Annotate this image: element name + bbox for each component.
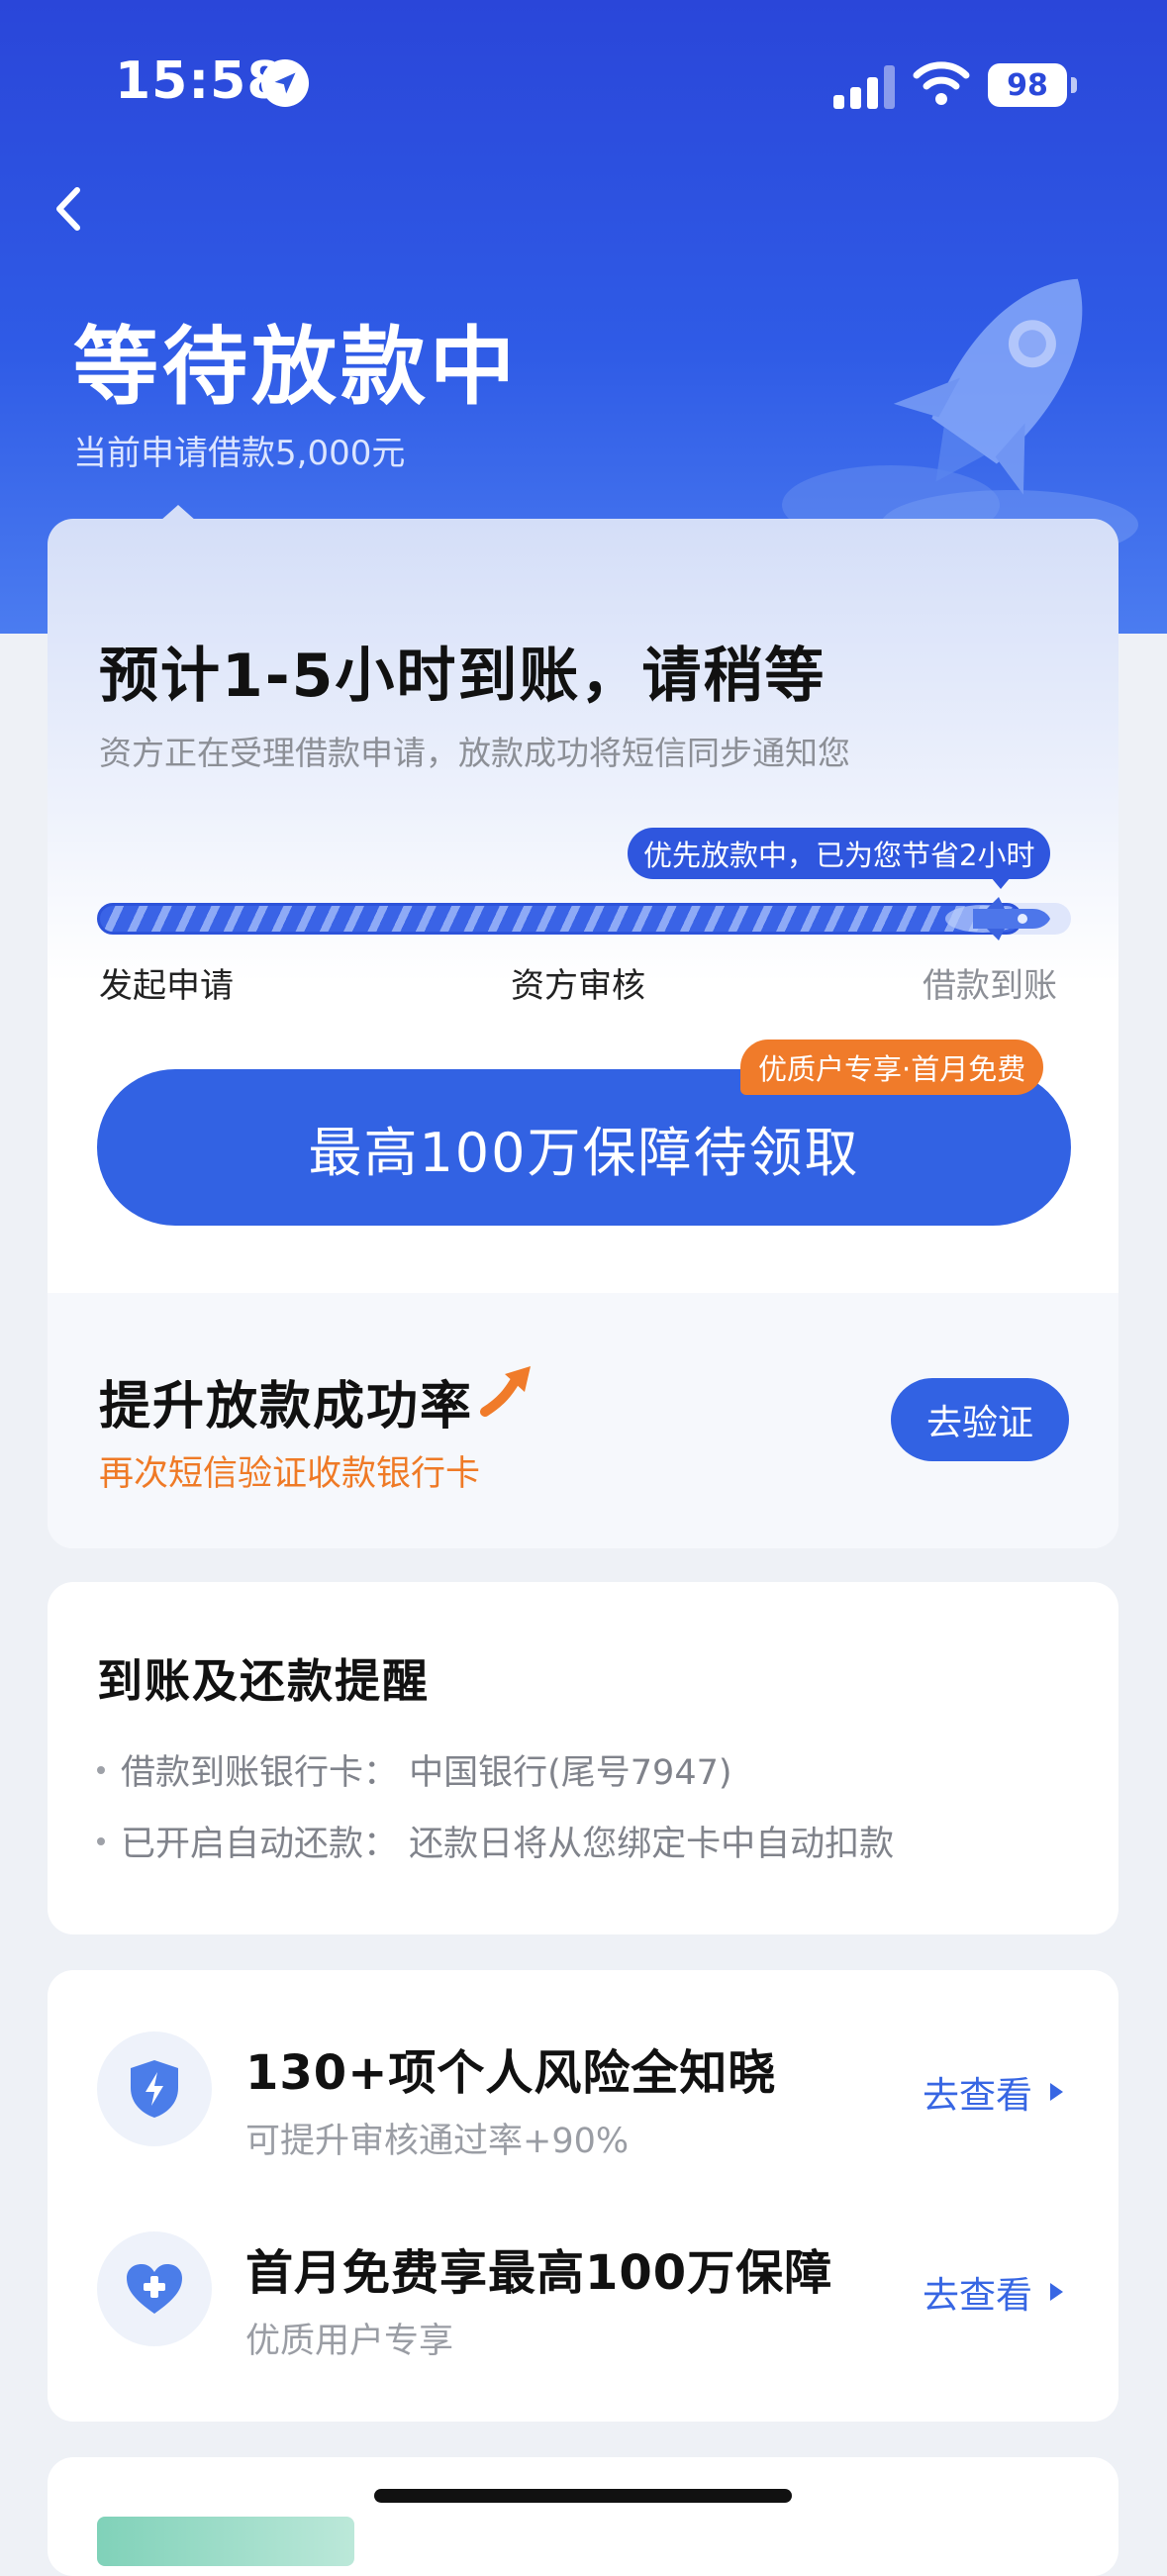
triangle-right-icon [1050, 2283, 1063, 2301]
status-time: 15:58 [115, 51, 284, 111]
view-insurance-link[interactable]: 去查看 [923, 2265, 1063, 2319]
home-indicator[interactable] [374, 2489, 792, 2503]
reminder-line-bank: 借款到账银行卡： 中国银行(尾号7947) [97, 1744, 732, 1795]
rocket-illustration-icon [782, 278, 1138, 554]
boost-title: 提升放款成功率 [99, 1377, 474, 1437]
service-subtitle: 可提升审核通过率+90% [245, 2122, 630, 2161]
progress-rocket-icon [945, 897, 1050, 941]
step-apply: 发起申请 [99, 966, 234, 1006]
service-subtitle: 优质用户专享 [245, 2322, 454, 2361]
next-card-title-peek [97, 2517, 354, 2566]
cellular-signal-icon [833, 65, 897, 109]
reminder-line-autopay: 已开启自动还款： 还款日将从您绑定卡中自动扣款 [97, 1816, 894, 1866]
view-risk-link[interactable]: 去查看 [923, 2065, 1063, 2119]
boost-section: 提升放款成功率 再次短信验证收款银行卡 去验证 [48, 1293, 1118, 1548]
service-title: 130+项个人风险全知晓 [245, 2045, 777, 2101]
bullet-icon [97, 1837, 105, 1845]
promo-badge: 优质户专享·首月免费 [740, 1040, 1044, 1095]
reminder-bank-text: 借款到账银行卡： 中国银行(尾号7947) [121, 1753, 732, 1793]
chevron-left-icon [56, 187, 80, 231]
reminder-autopay-text: 已开启自动还款： 还款日将从您绑定卡中自动扣款 [121, 1825, 895, 1864]
status-bar: 15:58 98 [0, 0, 1167, 168]
heart-plus-icon [97, 2231, 212, 2346]
progress-fill [97, 903, 1022, 935]
time-saved-tooltip: 优先放款中，已为您节省2小时 [628, 828, 1051, 889]
reminder-card: 到账及还款提醒 借款到账银行卡： 中国银行(尾号7947) 已开启自动还款： 还… [48, 1582, 1118, 1934]
view-link-label: 去查看 [923, 2074, 1032, 2117]
step-arrival: 借款到账 [923, 966, 1057, 1006]
service-title: 首月免费享最高100万保障 [245, 2245, 833, 2301]
page-title: 等待放款中 [73, 318, 519, 417]
triangle-right-icon [1050, 2083, 1063, 2101]
progress-track [97, 897, 1071, 941]
trend-up-arrow-icon [480, 1366, 531, 1417]
eta-subtitle: 资方正在受理借款申请，放款成功将短信同步通知您 [99, 734, 850, 772]
services-card: 130+项个人风险全知晓 可提升审核通过率+90% 去查看 首月免费享最高100… [48, 1970, 1118, 2422]
step-review: 资方审核 [511, 966, 645, 1006]
bullet-icon [97, 1766, 105, 1774]
verify-button[interactable]: 去验证 [891, 1378, 1069, 1461]
next-card-peek [48, 2457, 1118, 2576]
shield-bolt-icon [97, 2031, 212, 2146]
battery-indicator: 98 [988, 63, 1077, 107]
boost-subtitle: 再次短信验证收款银行卡 [99, 1454, 481, 1494]
service-risk-report[interactable]: 130+项个人风险全知晓 可提升审核通过率+90% 去查看 [48, 2010, 1118, 2188]
view-link-label: 去查看 [923, 2274, 1032, 2317]
loan-amount-subtitle: 当前申请借款5,000元 [73, 434, 406, 473]
back-button[interactable] [49, 184, 89, 234]
eta-title: 预计1-5小时到账，请稍等 [99, 642, 827, 711]
wifi-icon [913, 59, 970, 107]
loan-progress-card: 预计1-5小时到账，请稍等 资方正在受理借款申请，放款成功将短信同步通知您 优先… [48, 519, 1118, 1548]
service-insurance[interactable]: 首月免费享最高100万保障 优质用户专享 去查看 [48, 2210, 1118, 2388]
location-arrow-icon [261, 59, 309, 107]
reminder-title: 到账及还款提醒 [97, 1654, 430, 1708]
